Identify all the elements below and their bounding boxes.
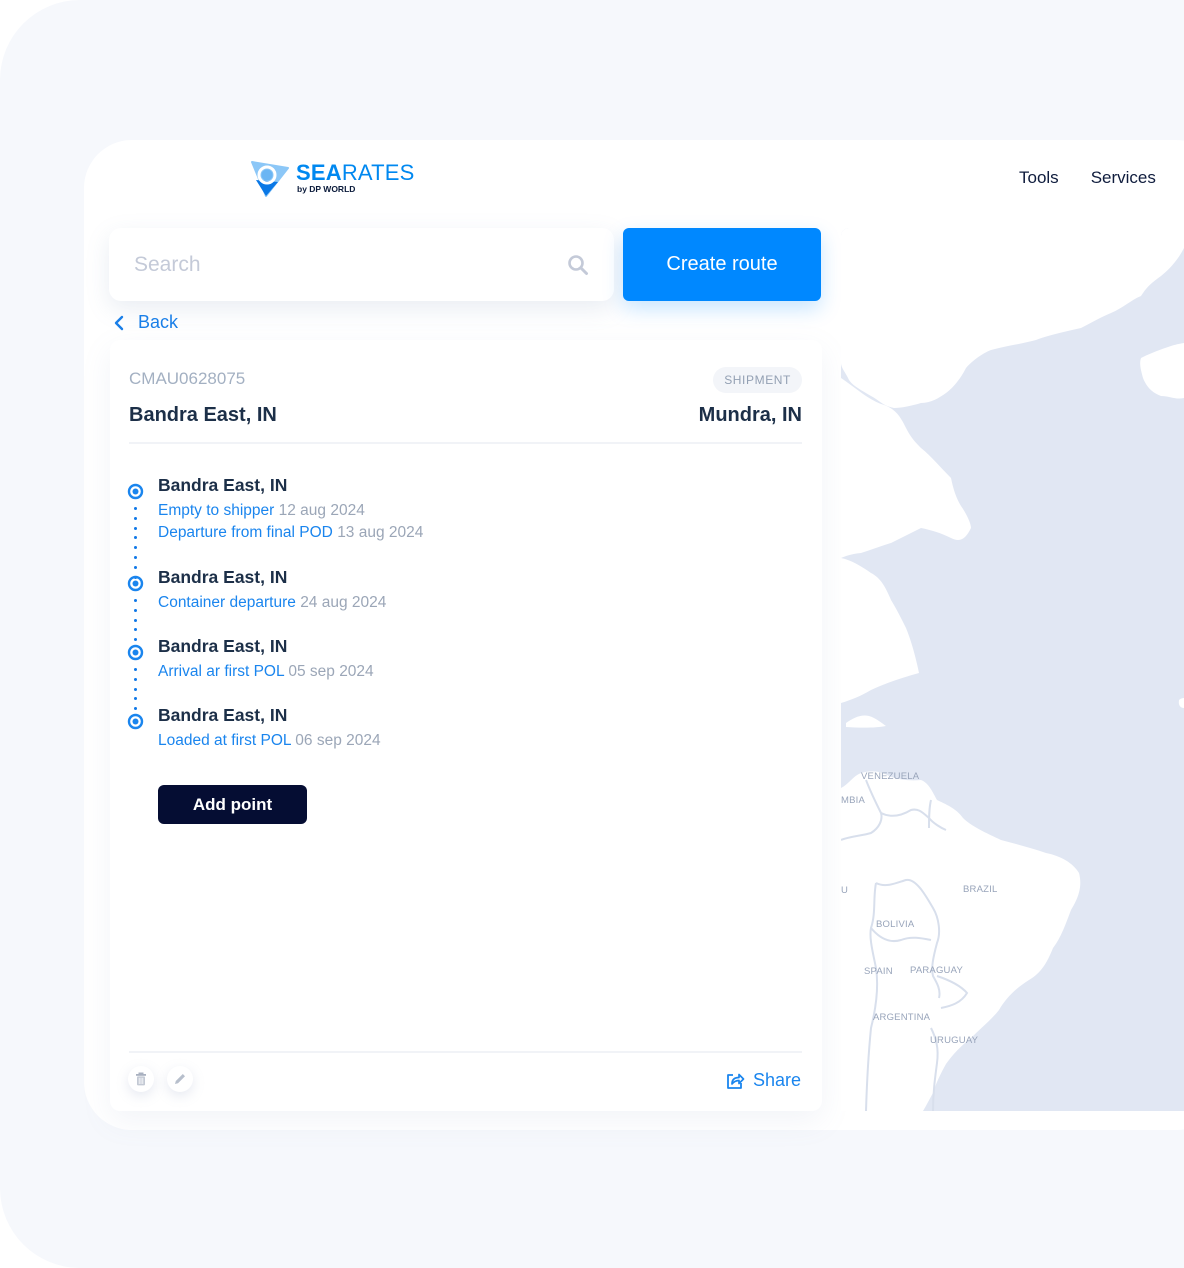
map-label-country: URUGUAY [930, 1035, 979, 1046]
location-marker-icon [127, 483, 144, 500]
share-label: Share [752, 1070, 801, 1090]
map-label-country: SPAIN [864, 966, 893, 977]
brand-tagline: by DP WORLD [297, 184, 356, 195]
map-landmass [846, 715, 886, 728]
point-event: Container departure 24 aug 2024 [158, 594, 386, 612]
container-id: CMAU0628075 [129, 369, 246, 388]
point-location: Bandra East, IN [158, 705, 288, 725]
event-date: 12 aug 2024 [278, 502, 365, 519]
timeline-connector [134, 599, 137, 648]
delete-button[interactable] [128, 1066, 154, 1092]
location-marker-icon [127, 575, 144, 592]
map-view[interactable]: VENEZUELA MBIA U BRAZIL BOLIVIA SPAIN PA… [841, 228, 1184, 1111]
point-location: Bandra East, IN [158, 567, 288, 587]
route-origin: Bandra East, IN [129, 404, 277, 426]
nav-item-services[interactable]: Services [1091, 168, 1156, 188]
map-landmass [1140, 343, 1184, 399]
map-label-country: MBIA [841, 795, 866, 806]
point-location: Bandra East, IN [158, 636, 288, 656]
shipment-badge: SHIPMENT [713, 367, 802, 393]
point-event: Departure from final POD 13 aug 2024 [158, 524, 423, 542]
pencil-icon [175, 1074, 185, 1084]
event-name[interactable]: Container departure [158, 594, 296, 611]
shipment-card: CMAU0628075 SHIPMENT Bandra East, IN Mun… [110, 340, 822, 1111]
divider [129, 1051, 802, 1053]
brand-name: SEARATES [296, 160, 415, 186]
world-map [841, 228, 1184, 1111]
timeline-connector [134, 507, 137, 585]
event-name[interactable]: Empty to shipper [158, 502, 274, 519]
map-label-country: PARAGUAY [910, 965, 963, 976]
search-box [109, 228, 614, 301]
location-marker-icon [127, 713, 144, 730]
edit-button[interactable] [167, 1066, 193, 1092]
event-date: 05 sep 2024 [288, 663, 374, 680]
map-landmass [841, 558, 919, 703]
add-point-button[interactable]: Add point [158, 785, 307, 824]
map-label-country: BOLIVIA [876, 919, 915, 930]
event-date: 24 aug 2024 [300, 594, 387, 611]
divider [129, 442, 802, 444]
map-landmass [841, 228, 1184, 408]
search-input[interactable] [134, 252, 559, 277]
location-marker-icon [127, 644, 144, 661]
back-label: Back [138, 312, 179, 332]
map-landmass [1178, 698, 1184, 708]
brand-logo[interactable]: SEARATES by DP WORLD [250, 158, 415, 198]
chevron-left-icon [114, 315, 124, 330]
searates-logo-icon [251, 161, 289, 197]
point-event: Empty to shipper 12 aug 2024 [158, 502, 365, 520]
search-icon[interactable] [567, 254, 589, 276]
map-landmass [841, 771, 1081, 1111]
trash-icon [136, 1072, 146, 1086]
top-nav: Tools Services [1019, 168, 1156, 188]
point-event: Arrival ar first POL 05 sep 2024 [158, 663, 374, 681]
back-button[interactable]: Back [112, 312, 178, 333]
point-event: Loaded at first POL 06 sep 2024 [158, 732, 381, 750]
map-label-country: U [841, 885, 849, 896]
share-button[interactable]: Share [725, 1070, 801, 1091]
create-route-button[interactable]: Create route [623, 228, 821, 301]
map-label-country: VENEZUELA [861, 771, 920, 782]
event-name[interactable]: Arrival ar first POL [158, 663, 284, 680]
event-name[interactable]: Loaded at first POL [158, 732, 291, 749]
share-icon [727, 1073, 745, 1089]
route-destination: Mundra, IN [698, 404, 802, 426]
nav-item-tools[interactable]: Tools [1019, 168, 1059, 188]
event-date: 06 sep 2024 [295, 732, 381, 749]
event-name[interactable]: Departure from final POD [158, 524, 333, 541]
map-label-country: ARGENTINA [873, 1012, 931, 1023]
timeline-connector [134, 668, 137, 717]
point-location: Bandra East, IN [158, 475, 288, 495]
event-date: 13 aug 2024 [337, 524, 424, 541]
map-label-country: BRAZIL [963, 884, 998, 895]
